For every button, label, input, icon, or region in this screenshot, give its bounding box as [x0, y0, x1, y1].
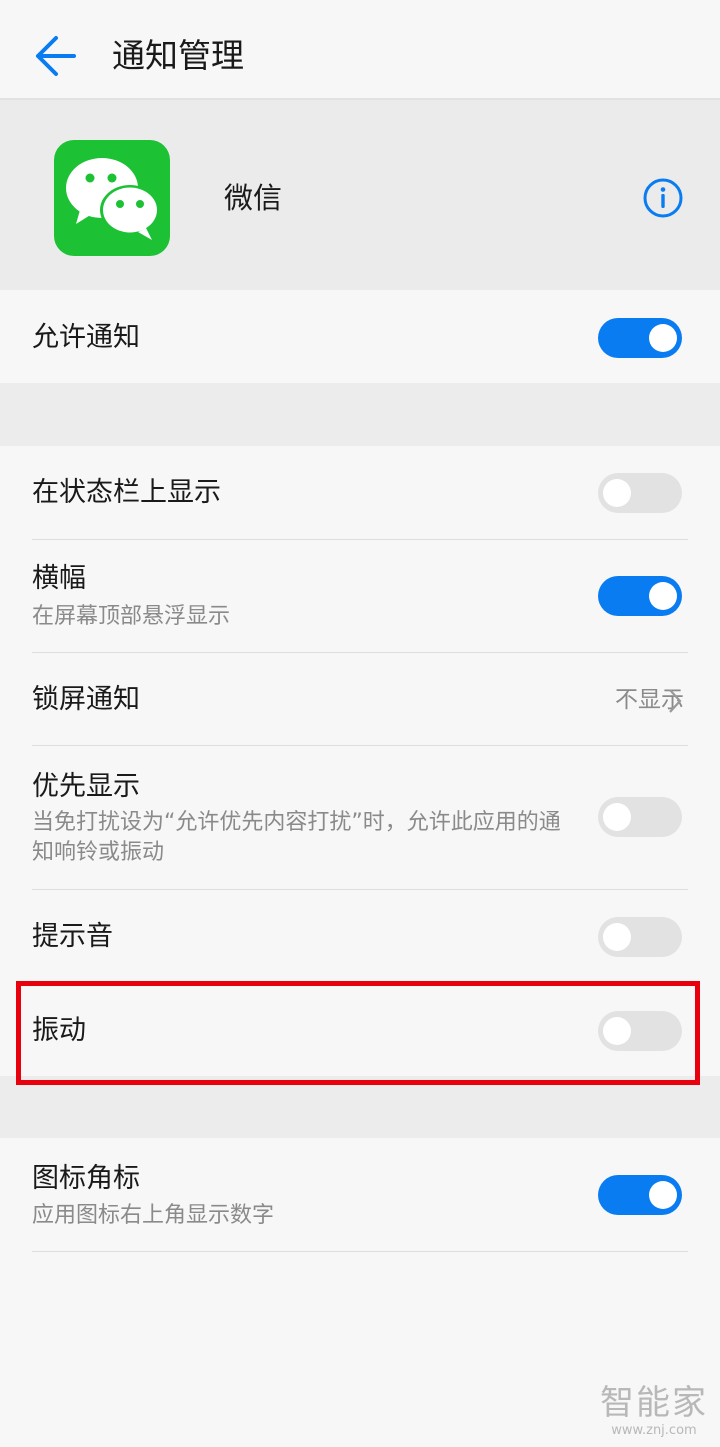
allow-notifications-section: 允许通知	[0, 290, 720, 383]
chevron-right-icon	[668, 688, 682, 714]
notification-sound-row[interactable]: 提示音	[0, 890, 720, 983]
watermark: 智能家 www.znj.com	[600, 1383, 708, 1439]
watermark-brand: 智能家	[600, 1383, 708, 1423]
notification-sound-toggle[interactable]	[598, 917, 682, 957]
app-info-card: 微信	[0, 100, 720, 290]
banner-toggle[interactable]	[598, 576, 682, 616]
banner-label: 横幅	[32, 563, 86, 594]
allow-notifications-row[interactable]: 允许通知	[0, 290, 720, 383]
banner-row[interactable]: 横幅 在屏幕顶部悬浮显示	[0, 540, 720, 652]
status-bar-row[interactable]: 在状态栏上显示	[0, 446, 720, 539]
allow-notifications-label: 允许通知	[32, 322, 140, 353]
app-name: 微信	[224, 181, 283, 215]
section-gap	[0, 1076, 720, 1138]
wechat-app-icon	[54, 140, 170, 256]
info-icon[interactable]	[642, 177, 684, 219]
banner-sublabel: 在屏幕顶部悬浮显示	[32, 604, 231, 629]
toggle-knob	[603, 923, 631, 951]
page-title: 通知管理	[112, 36, 244, 75]
toggle-knob	[649, 582, 677, 610]
app-badge-sublabel: 应用图标右上角显示数字	[32, 1203, 275, 1228]
toggle-knob	[649, 1181, 677, 1209]
priority-display-row[interactable]: 优先显示 当免打扰设为“允许优先内容打扰”时，允许此应用的通知响铃或振动	[0, 746, 720, 889]
status-bar-label: 在状态栏上显示	[32, 477, 221, 508]
divider	[32, 1251, 688, 1252]
top-app-bar: 通知管理	[0, 0, 720, 100]
lock-screen-label: 锁屏通知	[32, 684, 140, 715]
toggle-knob	[649, 324, 677, 352]
notification-sound-label: 提示音	[32, 921, 113, 952]
app-badge-label: 图标角标	[32, 1163, 140, 1194]
allow-notifications-toggle[interactable]	[598, 318, 682, 358]
priority-display-sublabel: 当免打扰设为“允许优先内容打扰”时，允许此应用的通知响铃或振动	[32, 810, 561, 865]
priority-display-label: 优先显示	[32, 771, 140, 802]
priority-display-toggle[interactable]	[598, 797, 682, 837]
toggle-knob	[603, 803, 631, 831]
section-gap	[0, 383, 720, 446]
status-bar-toggle[interactable]	[598, 473, 682, 513]
toggle-knob	[603, 479, 631, 507]
lock-screen-row[interactable]: 锁屏通知 不显示	[0, 653, 720, 745]
app-badge-toggle[interactable]	[598, 1175, 682, 1215]
app-badge-row[interactable]: 图标角标 应用图标右上角显示数字	[0, 1138, 720, 1251]
back-arrow-icon[interactable]	[30, 34, 78, 78]
vibrate-highlight-box	[16, 981, 700, 1085]
watermark-url: www.znj.com	[611, 1423, 697, 1438]
